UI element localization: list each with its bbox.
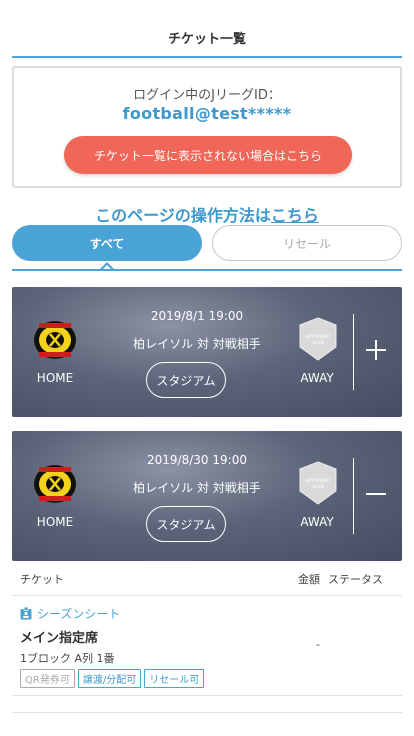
home-team-logo-icon bbox=[34, 465, 76, 503]
ticket-type-label: シーズンシート bbox=[37, 607, 121, 621]
howto-link[interactable]: こちら bbox=[271, 206, 319, 225]
home-label: HOME bbox=[36, 515, 74, 529]
login-info-box: ログイン中のJリーグID： football@test***** チケット一覧に… bbox=[12, 66, 402, 188]
match-date: 2019/8/1 19:00 bbox=[150, 309, 244, 323]
seat-name: メイン指定席 bbox=[20, 631, 99, 646]
howto-text: このページの操作方法はこちら bbox=[95, 206, 319, 225]
ticket-tags: QR発券可 譲渡/分配可 リセール可 bbox=[20, 669, 205, 688]
not-listed-help-button[interactable]: チケット一覧に表示されない場合はこちら bbox=[64, 136, 352, 174]
plus-icon[interactable] bbox=[364, 334, 388, 366]
page-title: チケット一覧 bbox=[167, 31, 246, 47]
card-divider bbox=[353, 314, 354, 390]
stadium-button[interactable]: スタジアム bbox=[146, 506, 226, 542]
ticket-price: - bbox=[316, 638, 320, 651]
tab-underline bbox=[12, 269, 402, 271]
column-ticket: チケット bbox=[20, 573, 64, 586]
home-team-logo-icon bbox=[34, 321, 76, 359]
ticket-row[interactable]: シーズンシート メイン指定席 1ブロック A列 1番 - QR発券可 譲渡/分配… bbox=[12, 598, 402, 696]
match-teams: 柏レイソル 対 対戦相手 bbox=[133, 481, 261, 495]
svg-text:TEAM: TEAM bbox=[311, 484, 325, 490]
svg-text:OPPONENT: OPPONENT bbox=[306, 334, 331, 340]
match-teams: 柏レイソル 対 対戦相手 bbox=[133, 337, 261, 351]
match-date: 2019/8/30 19:00 bbox=[147, 453, 247, 467]
away-team-logo-icon: OPPONENT TEAM bbox=[299, 461, 337, 505]
away-label: AWAY bbox=[300, 371, 334, 385]
tab-all[interactable]: すべて bbox=[12, 225, 202, 261]
tag-qr: QR発券可 bbox=[20, 669, 75, 688]
home-label: HOME bbox=[36, 371, 74, 385]
svg-text:OPPONENT: OPPONENT bbox=[306, 478, 331, 484]
tab-resale[interactable]: リセール bbox=[212, 225, 402, 261]
svg-text:TEAM: TEAM bbox=[311, 340, 325, 346]
tag-resale: リセール可 bbox=[144, 669, 205, 688]
login-id-value: football@test***** bbox=[122, 104, 292, 123]
tag-transfer: 譲渡/分配可 bbox=[77, 669, 142, 688]
card-divider bbox=[353, 458, 354, 534]
login-id-label: ログイン中のJリーグID： bbox=[133, 88, 281, 103]
ticket-type: シーズンシート bbox=[20, 605, 120, 622]
ticket-list-header: チケット 金額 ステータス bbox=[12, 566, 402, 596]
match-card[interactable]: HOME 2019/8/30 19:00 柏レイソル 対 対戦相手 スタジアム … bbox=[12, 431, 402, 561]
away-label: AWAY bbox=[300, 515, 334, 529]
column-price: 金額 bbox=[298, 573, 320, 586]
away-team-logo-icon: OPPONENT TEAM bbox=[299, 317, 337, 361]
minus-icon[interactable] bbox=[364, 478, 388, 510]
page-header: チケット一覧 bbox=[12, 18, 402, 58]
column-status: ステータス bbox=[328, 573, 383, 586]
stadium-button[interactable]: スタジアム bbox=[146, 362, 226, 398]
season-seat-icon bbox=[20, 607, 32, 620]
seat-detail: 1ブロック A列 1番 bbox=[20, 652, 115, 665]
match-card[interactable]: HOME 2019/8/1 19:00 柏レイソル 対 対戦相手 スタジアム O… bbox=[12, 287, 402, 417]
list-divider bbox=[12, 712, 402, 713]
